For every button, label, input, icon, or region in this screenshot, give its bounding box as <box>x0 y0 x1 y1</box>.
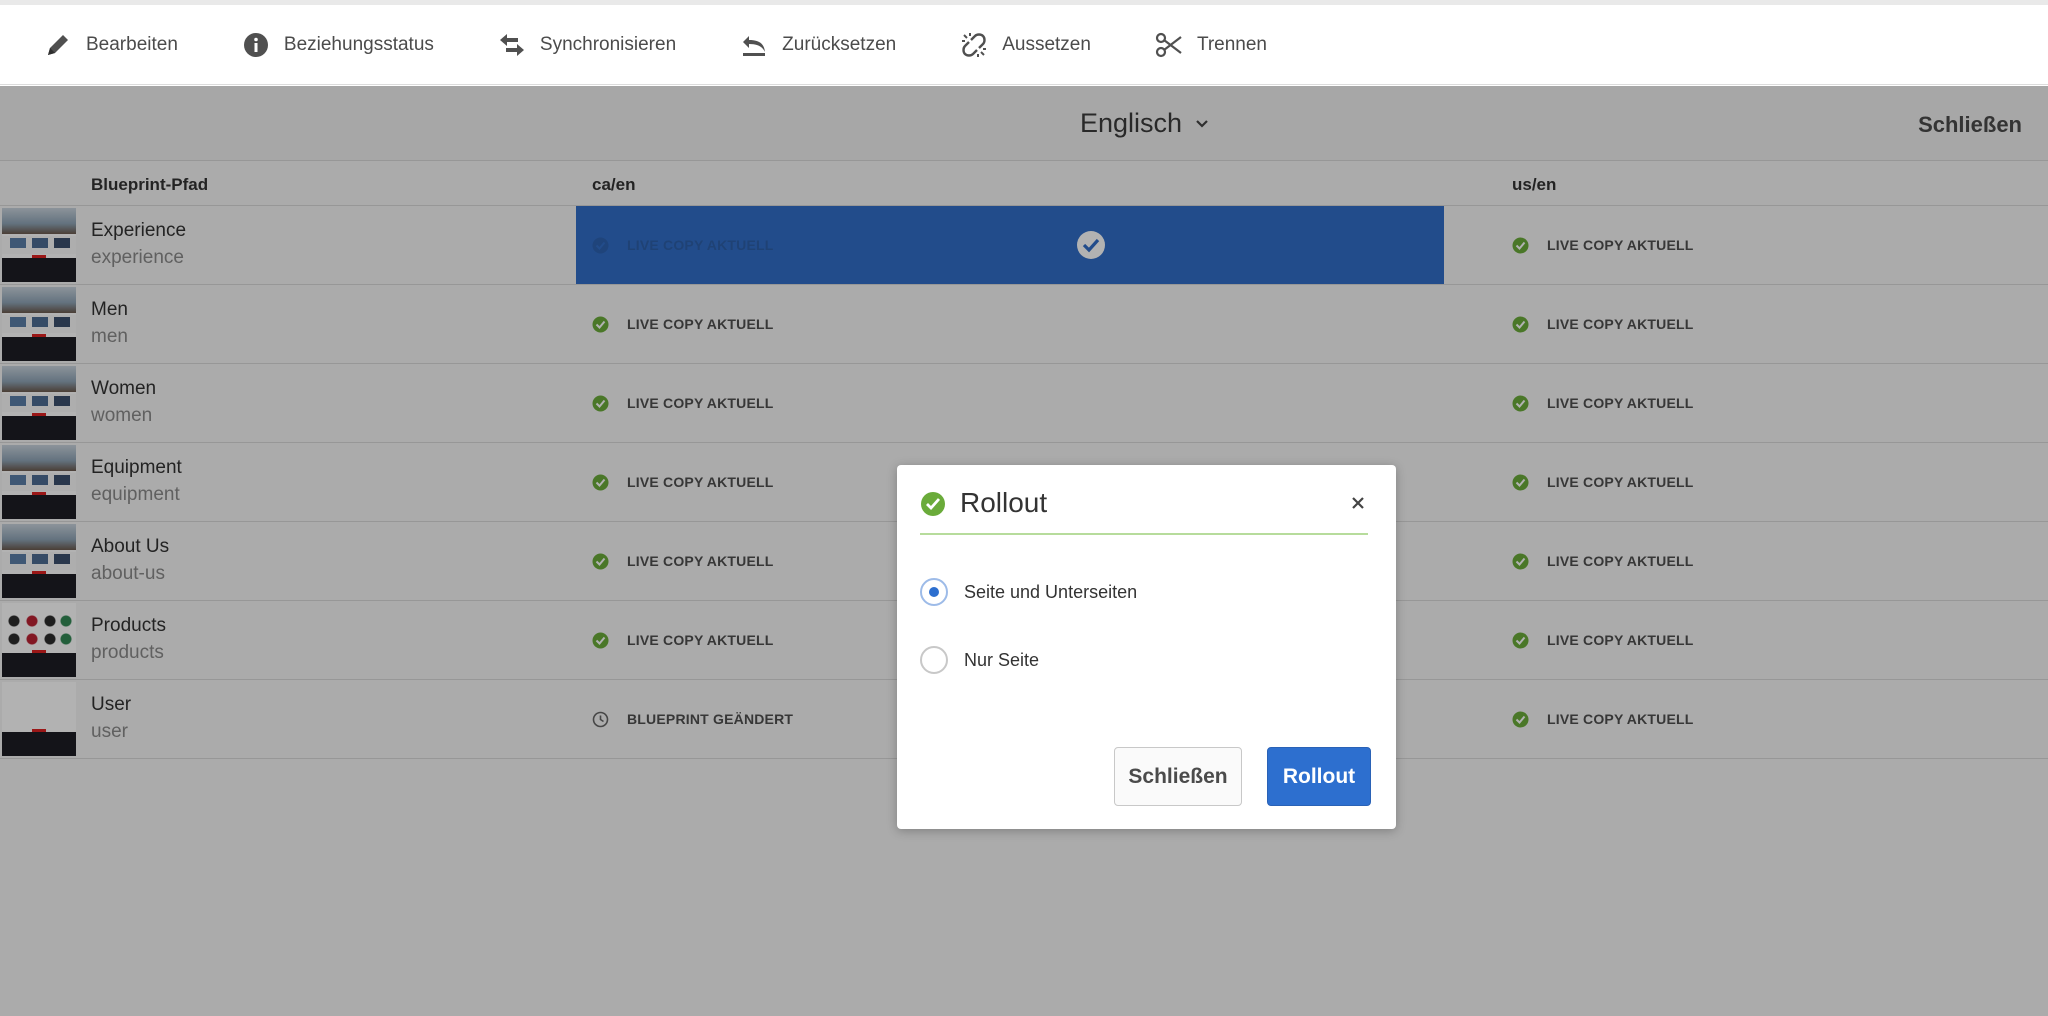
broken-link-icon <box>962 32 987 57</box>
rollout-dialog: Rollout Seite und Unterseiten Nur Seite … <box>897 465 1396 829</box>
success-check-icon <box>921 492 945 516</box>
rollout-button[interactable]: Rollout <box>1267 747 1371 806</box>
dialog-header: Rollout <box>920 487 1368 535</box>
relationship-status-button[interactable]: Beziehungsstatus <box>242 31 434 59</box>
sync-arrows-icon <box>499 33 524 56</box>
detach-label: Trennen <box>1196 33 1267 55</box>
synchronize-button[interactable]: Synchronisieren <box>498 31 676 59</box>
radio-button[interactable] <box>920 646 948 674</box>
edit-label: Bearbeiten <box>86 33 178 55</box>
suspend-label: Aussetzen <box>1002 33 1091 55</box>
option-label: Seite und Unterseiten <box>964 581 1138 602</box>
option-page-only[interactable]: Nur Seite <box>920 646 1039 674</box>
reset-button[interactable]: Zurücksetzen <box>740 31 896 59</box>
pencil-icon <box>48 34 68 55</box>
synchronize-label: Synchronisieren <box>539 33 677 55</box>
dialog-close-button[interactable]: Schließen <box>1114 747 1242 806</box>
scissors-icon <box>1155 32 1182 57</box>
detach-button[interactable]: Trennen <box>1155 31 1267 59</box>
suspend-button[interactable]: Aussetzen <box>960 31 1091 59</box>
info-icon <box>243 32 268 57</box>
dialog-title: Rollout <box>960 487 1048 518</box>
radio-button-selected[interactable] <box>920 578 948 606</box>
close-icon[interactable] <box>1348 493 1368 513</box>
option-page-and-subpages[interactable]: Seite und Unterseiten <box>920 578 1137 606</box>
edit-button[interactable]: Bearbeiten <box>44 31 178 59</box>
action-toolbar: Bearbeiten Beziehungsstatus Synchronisie… <box>0 5 2048 85</box>
relationship-status-label: Beziehungsstatus <box>283 33 434 55</box>
undo-icon <box>743 35 766 56</box>
option-label: Nur Seite <box>964 649 1040 670</box>
reset-label: Zurücksetzen <box>782 33 897 55</box>
